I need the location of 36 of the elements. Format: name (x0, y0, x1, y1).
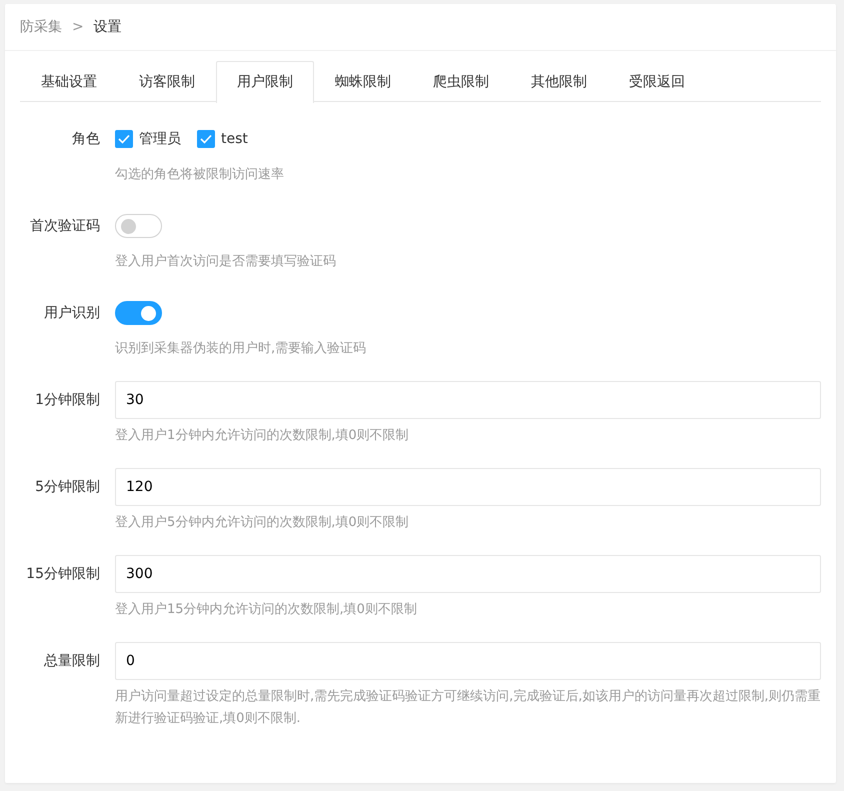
toggle-switch[interactable] (115, 214, 162, 238)
tab[interactable]: 爬虫限制 (412, 61, 510, 102)
check-icon (118, 134, 130, 144)
tab[interactable]: 基础设置 (20, 61, 118, 102)
toggle-switch[interactable] (115, 301, 162, 325)
checkbox-label: test (221, 130, 248, 148)
input-field[interactable]: 30 (115, 381, 821, 419)
input-field[interactable]: 0 (115, 642, 821, 680)
breadcrumb-separator: > (72, 18, 84, 36)
hint-text: 勾选的角色将被限制访问速率 (115, 166, 285, 184)
check-icon (200, 134, 212, 144)
field-label: 总量限制 (43, 652, 101, 671)
tab[interactable]: 访客限制 (118, 61, 216, 102)
hint-text: 登入用户15分钟内允许访问的次数限制,填0则不限制 (115, 601, 418, 619)
hint-text: 登入用户1分钟内允许访问的次数限制,填0则不限制 (115, 427, 410, 445)
hint-text: 用户访问量超过设定的总量限制时,需先完成验证码验证方可继续访问,完成验证后,如该用户的访问量再次超过限制,则仍需重新进行验证码验证,填0则不限制. (115, 688, 821, 728)
checkbox[interactable] (115, 130, 133, 148)
tab[interactable]: 其他限制 (510, 61, 608, 102)
checkbox[interactable] (197, 130, 215, 148)
hint-text: 登入用户5分钟内允许访问的次数限制,填0则不限制 (115, 514, 410, 532)
hint-text: 登入用户首次访问是否需要填写验证码 (115, 253, 337, 271)
tab[interactable]: 用户限制 (216, 61, 314, 103)
tab[interactable]: 受限返回 (608, 61, 706, 102)
field-label: 首次验证码 (29, 217, 101, 236)
breadcrumb-link[interactable]: 防采集 (20, 16, 62, 38)
field-label: 角色 (71, 130, 101, 149)
input-field[interactable]: 120 (115, 468, 821, 506)
field-label: 用户识别 (43, 304, 101, 323)
field-label: 5分钟限制 (34, 478, 101, 497)
checkbox-label: 管理员 (139, 130, 181, 148)
tab[interactable]: 蜘蛛限制 (314, 61, 412, 102)
breadcrumb-current: 设置 (94, 18, 122, 36)
input-field[interactable]: 300 (115, 555, 821, 593)
field-label: 15分钟限制 (25, 565, 101, 584)
hint-text: 识别到采集器伪装的用户时,需要输入验证码 (115, 340, 368, 358)
field-label: 1分钟限制 (34, 391, 101, 410)
